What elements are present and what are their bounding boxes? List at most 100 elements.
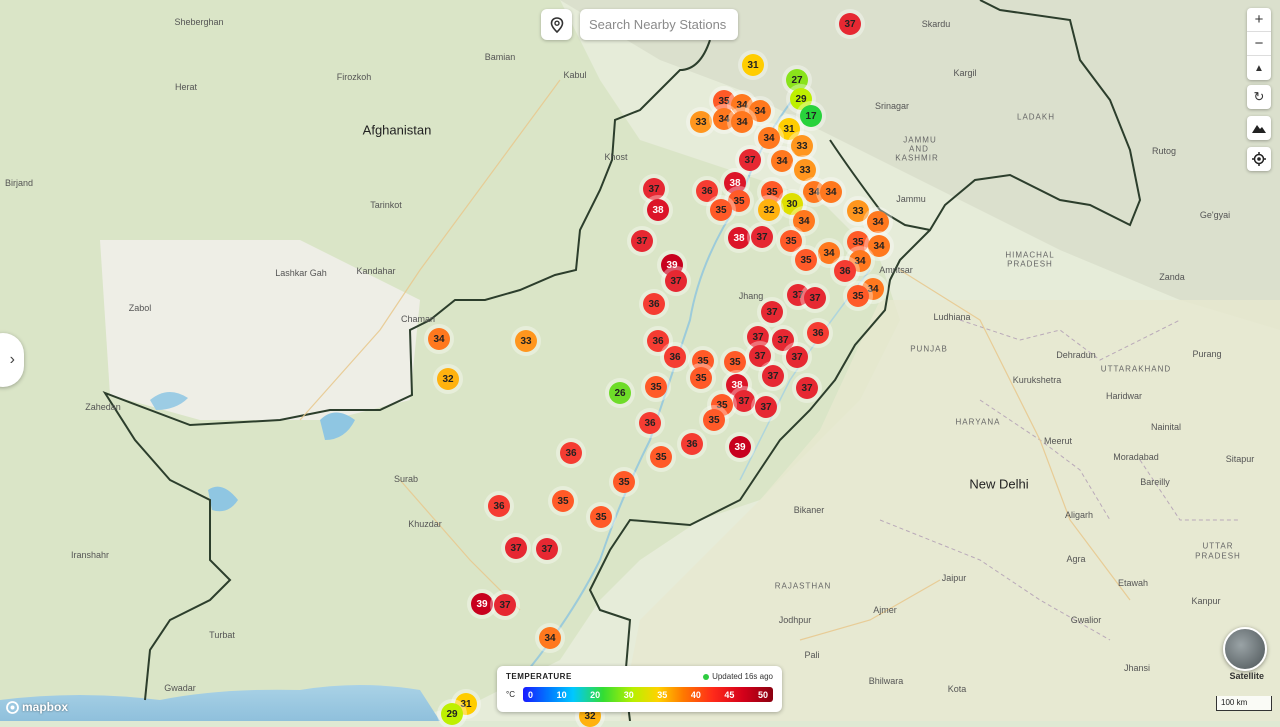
station-marker[interactable]: 34: [539, 627, 561, 649]
place-label: Turbat: [209, 630, 235, 640]
station-marker[interactable]: 34: [818, 242, 840, 264]
geolocate-button[interactable]: [1247, 147, 1271, 171]
station-marker[interactable]: 37: [751, 226, 773, 248]
station-marker[interactable]: 36: [696, 180, 718, 202]
station-marker[interactable]: 33: [794, 159, 816, 181]
color-scale-bar: 0 10 20 30 35 40 45 50: [523, 687, 773, 702]
legend-tick: 40: [690, 689, 701, 700]
station-marker[interactable]: 37: [494, 594, 516, 616]
station-marker[interactable]: 31: [742, 54, 764, 76]
station-marker[interactable]: 35: [724, 351, 746, 373]
place-label: Lashkar Gah: [275, 268, 327, 278]
station-marker[interactable]: 34: [820, 181, 842, 203]
reset-control: ↻: [1247, 85, 1271, 109]
station-marker[interactable]: 36: [647, 330, 669, 352]
place-label: Kurukshetra: [1012, 375, 1062, 385]
station-marker[interactable]: 34: [758, 127, 780, 149]
station-marker[interactable]: 34: [867, 211, 889, 233]
station-marker[interactable]: 35: [795, 249, 817, 271]
station-marker[interactable]: 36: [681, 433, 703, 455]
station-marker[interactable]: 38: [728, 227, 750, 249]
legend-tick: 30: [623, 689, 634, 700]
station-marker[interactable]: 37: [665, 270, 687, 292]
station-marker[interactable]: 34: [771, 150, 793, 172]
station-marker[interactable]: 33: [791, 135, 813, 157]
place-label: JAMMU: [903, 135, 937, 145]
station-marker[interactable]: 35: [710, 199, 732, 221]
place-label: PUNJAB: [910, 344, 948, 354]
station-marker[interactable]: 34: [428, 328, 450, 350]
station-marker[interactable]: 35: [552, 490, 574, 512]
station-marker[interactable]: 34: [731, 111, 753, 133]
station-marker[interactable]: 37: [643, 178, 665, 200]
station-marker[interactable]: 39: [471, 593, 493, 615]
place-label: Haridwar: [1105, 391, 1143, 401]
station-marker[interactable]: 35: [847, 285, 869, 307]
place-label: Jhansi: [1123, 663, 1151, 673]
station-marker[interactable]: 33: [690, 111, 712, 133]
satellite-toggle-button[interactable]: [1223, 627, 1267, 671]
live-dot-icon: [703, 673, 710, 680]
station-marker[interactable]: 39: [729, 436, 751, 458]
station-marker[interactable]: 33: [847, 200, 869, 222]
station-marker[interactable]: 29: [441, 703, 463, 725]
station-marker[interactable]: 37: [733, 390, 755, 412]
station-marker[interactable]: 37: [536, 538, 558, 560]
station-marker[interactable]: 34: [793, 210, 815, 232]
station-marker[interactable]: 37: [796, 377, 818, 399]
station-marker[interactable]: 36: [807, 322, 829, 344]
station-marker[interactable]: 36: [834, 260, 856, 282]
station-marker[interactable]: 37: [804, 287, 826, 309]
compass-button[interactable]: ▲: [1247, 56, 1271, 80]
place-label: Agra: [1066, 554, 1086, 564]
station-marker[interactable]: 35: [650, 446, 672, 468]
location-pin-button[interactable]: [541, 9, 572, 40]
station-marker[interactable]: 36: [488, 495, 510, 517]
station-marker[interactable]: 37: [761, 301, 783, 323]
station-marker[interactable]: 35: [690, 367, 712, 389]
terrain-button[interactable]: [1247, 116, 1271, 140]
station-marker[interactable]: 35: [645, 376, 667, 398]
station-marker[interactable]: 36: [664, 346, 686, 368]
station-marker[interactable]: 34: [868, 235, 890, 257]
station-marker[interactable]: 35: [703, 409, 725, 431]
station-marker[interactable]: 17: [800, 105, 822, 127]
station-marker[interactable]: 37: [839, 13, 861, 35]
station-marker[interactable]: 33: [515, 330, 537, 352]
zoom-out-button[interactable]: −: [1247, 32, 1271, 56]
place-label: PRADESH: [1195, 551, 1241, 561]
place-label: LADAKH: [1016, 112, 1056, 122]
station-marker[interactable]: 37: [631, 230, 653, 252]
place-label: Zanda: [1159, 272, 1185, 282]
place-label: Zahedan: [85, 402, 121, 412]
station-marker[interactable]: 37: [786, 346, 808, 368]
station-marker[interactable]: 35: [780, 230, 802, 252]
station-marker[interactable]: 36: [643, 293, 665, 315]
station-marker[interactable]: 36: [639, 412, 661, 434]
station-marker[interactable]: 32: [437, 368, 459, 390]
refresh-button[interactable]: ↻: [1247, 85, 1271, 109]
search-input[interactable]: Search Nearby Stations: [580, 9, 738, 40]
station-marker[interactable]: 37: [749, 345, 771, 367]
zoom-in-button[interactable]: +: [1247, 8, 1271, 32]
updated-text: Updated 16s ago: [712, 672, 773, 681]
station-marker[interactable]: 38: [647, 199, 669, 221]
station-marker[interactable]: 35: [613, 471, 635, 493]
station-marker[interactable]: 37: [755, 396, 777, 418]
station-marker[interactable]: 37: [505, 537, 527, 559]
location-pin-icon: [550, 16, 563, 33]
mapbox-icon: [6, 700, 19, 714]
station-marker[interactable]: 26: [609, 382, 631, 404]
place-label: Sheberghan: [174, 17, 224, 27]
crosshair-icon: [1252, 152, 1266, 166]
station-marker[interactable]: 36: [560, 442, 582, 464]
chevron-right-icon: ›: [9, 351, 15, 368]
place-label: Khuzdar: [408, 519, 442, 529]
station-marker[interactable]: 35: [590, 506, 612, 528]
place-label: Ge'gyai: [1199, 210, 1231, 220]
station-marker[interactable]: 32: [758, 199, 780, 221]
station-marker[interactable]: 37: [762, 365, 784, 387]
place-label: Meerut: [1043, 436, 1073, 446]
terrain-control: [1247, 116, 1271, 140]
station-marker[interactable]: 37: [739, 149, 761, 171]
